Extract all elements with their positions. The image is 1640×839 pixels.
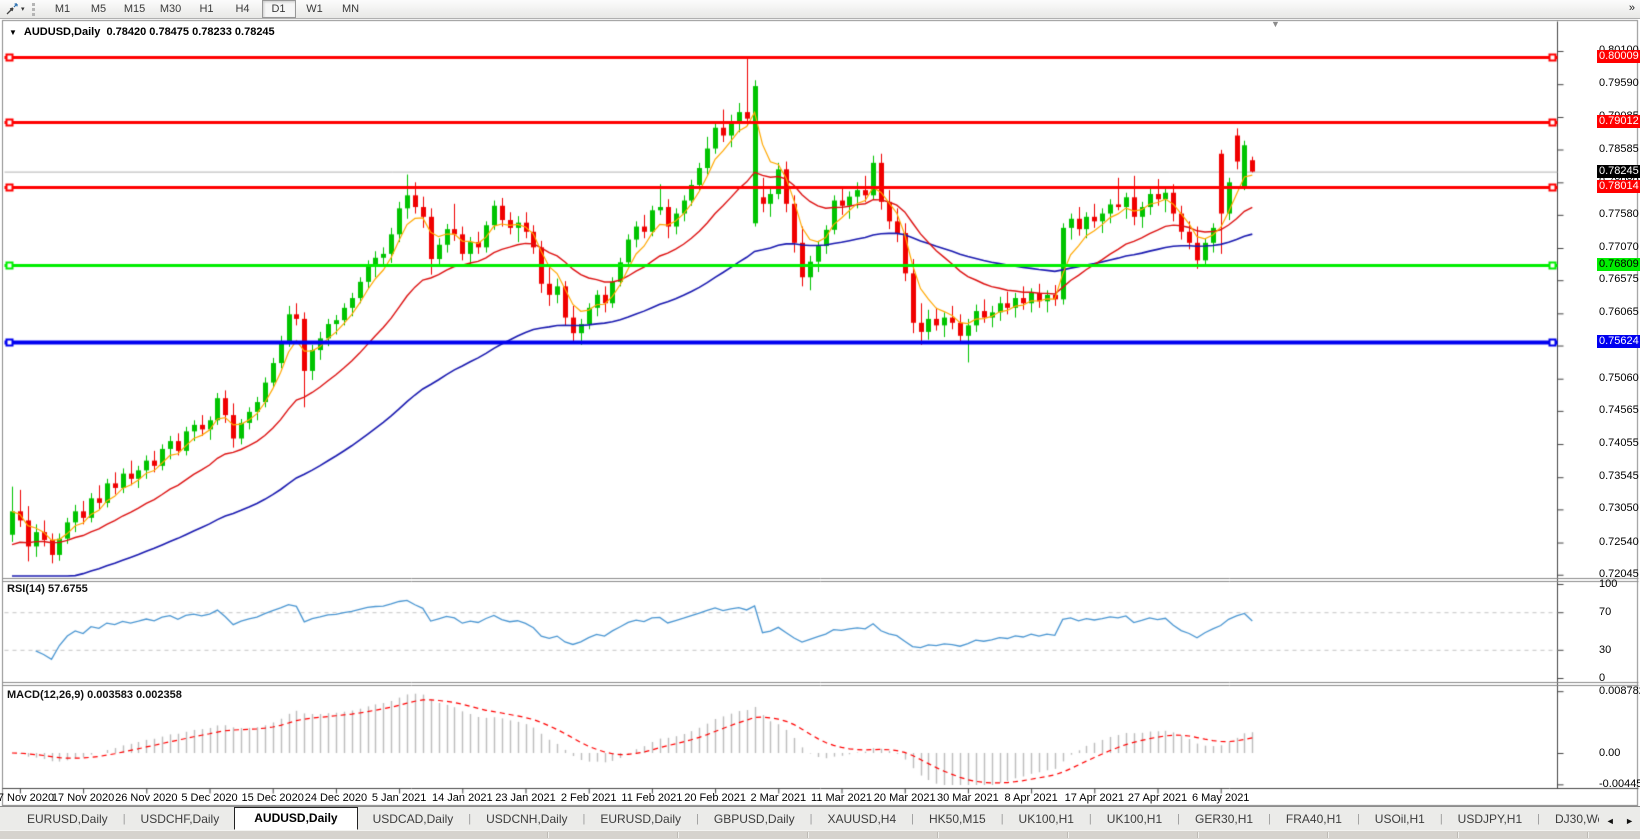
symbol-tab-3[interactable]: USDCAD,Daily <box>358 808 469 830</box>
timeframe-button-W1[interactable]: W1 <box>298 0 332 18</box>
price-tick-label: 0.74565 <box>1599 403 1639 416</box>
status-strip-divider <box>1587 832 1589 838</box>
date-axis-label: 17 Nov 2020 <box>51 792 115 804</box>
symbol-tab-10[interactable]: UK100,H1 <box>1092 808 1177 830</box>
rsi-indicator-label: RSI(14) 57.6755 <box>7 583 88 595</box>
price-tick-label: 0.75060 <box>1599 371 1639 384</box>
timeframe-button-H1[interactable]: H1 <box>190 0 224 18</box>
timeframe-button-M15[interactable]: M15 <box>118 0 152 18</box>
tab-scroll-left-icon[interactable]: ◄ <box>1606 816 1615 826</box>
current-price-label: 0.78245 <box>1597 164 1640 178</box>
price-tick-label: 0.77070 <box>1599 241 1639 253</box>
symbol-tab-7[interactable]: XAUUSD,H4 <box>812 808 911 830</box>
date-axis-label: 20 Mar 2021 <box>873 792 936 804</box>
date-axis-label: 24 Dec 2020 <box>304 792 368 804</box>
price-chart-canvas[interactable] <box>0 0 1640 806</box>
macd-tick-label: -0.004451 <box>1599 778 1640 791</box>
price-tick-label: 0.73545 <box>1599 470 1639 483</box>
price-tick-label: 0.77580 <box>1599 207 1639 220</box>
rsi-tick-label: 70 <box>1599 606 1612 619</box>
timeframe-button-D1[interactable]: D1 <box>261 0 296 18</box>
macd-indicator-label: MACD(12,26,9) 0.003583 0.002358 <box>7 689 182 701</box>
chart-shift-marker-icon[interactable]: ▼ <box>1271 19 1280 29</box>
chart-ohlc-values: 0.78420 0.78475 0.78233 0.78245 <box>106 26 275 38</box>
price-tick-label: 0.74055 <box>1599 437 1639 450</box>
timeframe-button-group: M1 M5 M15 M30 H1 H4 D1 W1 MN <box>45 0 369 18</box>
price-tick-label: 0.78585 <box>1599 142 1639 155</box>
toolbar-overflow-icon[interactable]: » <box>1629 2 1635 14</box>
date-axis-label: 7 Nov 2020 <box>0 792 55 804</box>
price-tick-label: 0.76065 <box>1599 306 1639 319</box>
date-axis-label: 27 Apr 2021 <box>1127 792 1188 804</box>
date-axis-label: 26 Nov 2020 <box>115 792 178 804</box>
hline-price-label[interactable]: 0.80009 <box>1597 49 1640 63</box>
cursor-tool-icon[interactable] <box>3 2 21 17</box>
symbol-tab-8[interactable]: HK50,M15 <box>914 808 1001 830</box>
date-axis-label: 8 Apr 2021 <box>1004 792 1058 804</box>
macd-tick-label: 0.008782 <box>1599 685 1640 698</box>
symbol-tab-4[interactable]: USDCNH,Daily <box>471 808 582 830</box>
rsi-tick-label: 30 <box>1599 643 1612 656</box>
date-axis-label: 17 Apr 2021 <box>1064 792 1124 804</box>
date-axis-label: 30 Mar 2021 <box>937 792 999 804</box>
macd-tick-label: 0.00 <box>1599 747 1621 759</box>
timeframe-button-MN[interactable]: MN <box>334 0 368 18</box>
status-strip-divider <box>1067 832 1069 838</box>
timeframe-button-M30[interactable]: M30 <box>154 0 188 18</box>
date-axis-label: 5 Jan 2021 <box>371 792 427 804</box>
date-axis-label: 5 Dec 2020 <box>181 792 238 804</box>
chart-title: ▼ AUDUSD,Daily 0.78420 0.78475 0.78233 0.… <box>9 26 275 38</box>
symbol-tab-1[interactable]: USDCHF,Daily <box>126 808 235 830</box>
tab-scroll-arrows: ◄ ► <box>1598 811 1637 829</box>
top-toolbar: ▾ M1 M5 M15 M30 H1 H4 D1 W1 MN » <box>0 0 1640 19</box>
status-strip-divider <box>547 832 549 838</box>
hline-price-label[interactable]: 0.79012 <box>1597 114 1640 128</box>
symbol-tab-12[interactable]: FRA40,H1 <box>1271 808 1357 830</box>
date-axis-label: 15 Dec 2020 <box>241 792 304 804</box>
rsi-tick-label: 0 <box>1599 672 1606 684</box>
chart-window: ▼ AUDUSD,Daily 0.78420 0.78475 0.78233 0.… <box>0 0 1640 838</box>
price-tick-label: 0.72540 <box>1599 535 1639 548</box>
price-tick-label: 0.79590 <box>1599 77 1639 90</box>
date-axis-label: 23 Jan 2021 <box>495 792 556 804</box>
timeframe-button-M1[interactable]: M1 <box>46 0 80 18</box>
price-tick-label: 0.76575 <box>1599 273 1639 286</box>
status-strip-divider <box>1457 832 1459 838</box>
date-axis-label: 2 Feb 2021 <box>560 792 617 804</box>
hline-price-label[interactable]: 0.78014 <box>1597 179 1640 193</box>
date-axis-label: 6 May 2021 <box>1191 792 1250 804</box>
symbol-tab-9[interactable]: UK100,H1 <box>1004 808 1089 830</box>
hline-price-label[interactable]: 0.76809 <box>1597 257 1640 271</box>
date-axis-label: 11 Mar 2021 <box>811 792 872 804</box>
price-tick-label: 0.73050 <box>1599 502 1639 515</box>
date-axis-label: 2 Mar 2021 <box>750 792 807 804</box>
symbol-tab-bar: EURUSD,Daily | USDCHF,Daily AUDUSD,Daily USD… <box>0 806 1640 830</box>
symbol-tab-14[interactable]: USDJPY,H1 <box>1443 808 1537 830</box>
symbol-tab-13[interactable]: USOil,H1 <box>1360 808 1440 830</box>
rsi-tick-label: 100 <box>1599 578 1618 590</box>
chart-menu-triangle-icon[interactable]: ▼ <box>9 28 17 37</box>
cursor-tool-dropdown-caret-icon[interactable]: ▾ <box>21 5 25 13</box>
mt4-window: { "toolbar": { "timeframes": ["M1","M5",… <box>0 0 1640 839</box>
chart-symbol-label: AUDUSD,Daily <box>23 26 101 38</box>
status-strip-divider <box>1197 832 1199 838</box>
tab-scroll-right-icon[interactable]: ► <box>1625 816 1634 826</box>
status-strip-divider <box>937 832 939 838</box>
symbol-tab-11[interactable]: GER30,H1 <box>1180 808 1268 830</box>
timeframe-button-H4[interactable]: H4 <box>226 0 260 18</box>
symbol-tab-5[interactable]: EURUSD,Daily <box>585 808 696 830</box>
status-strip-divider <box>807 832 809 838</box>
status-strip-divider <box>677 832 679 838</box>
toolbar-grip[interactable] <box>31 2 39 16</box>
date-axis-label: 11 Feb 2021 <box>621 792 683 804</box>
date-axis-label: 20 Feb 2021 <box>684 792 746 804</box>
timeframe-button-M5[interactable]: M5 <box>82 0 116 18</box>
symbol-tab-2[interactable]: AUDUSD,Daily <box>234 807 358 830</box>
status-strip-divider <box>1327 832 1329 838</box>
date-axis-label: 14 Jan 2021 <box>432 792 493 804</box>
symbol-tab-6[interactable]: GBPUSD,Daily <box>699 808 810 830</box>
symbol-tab-0[interactable]: EURUSD,Daily <box>12 808 123 830</box>
hline-price-label[interactable]: 0.75624 <box>1597 335 1640 349</box>
